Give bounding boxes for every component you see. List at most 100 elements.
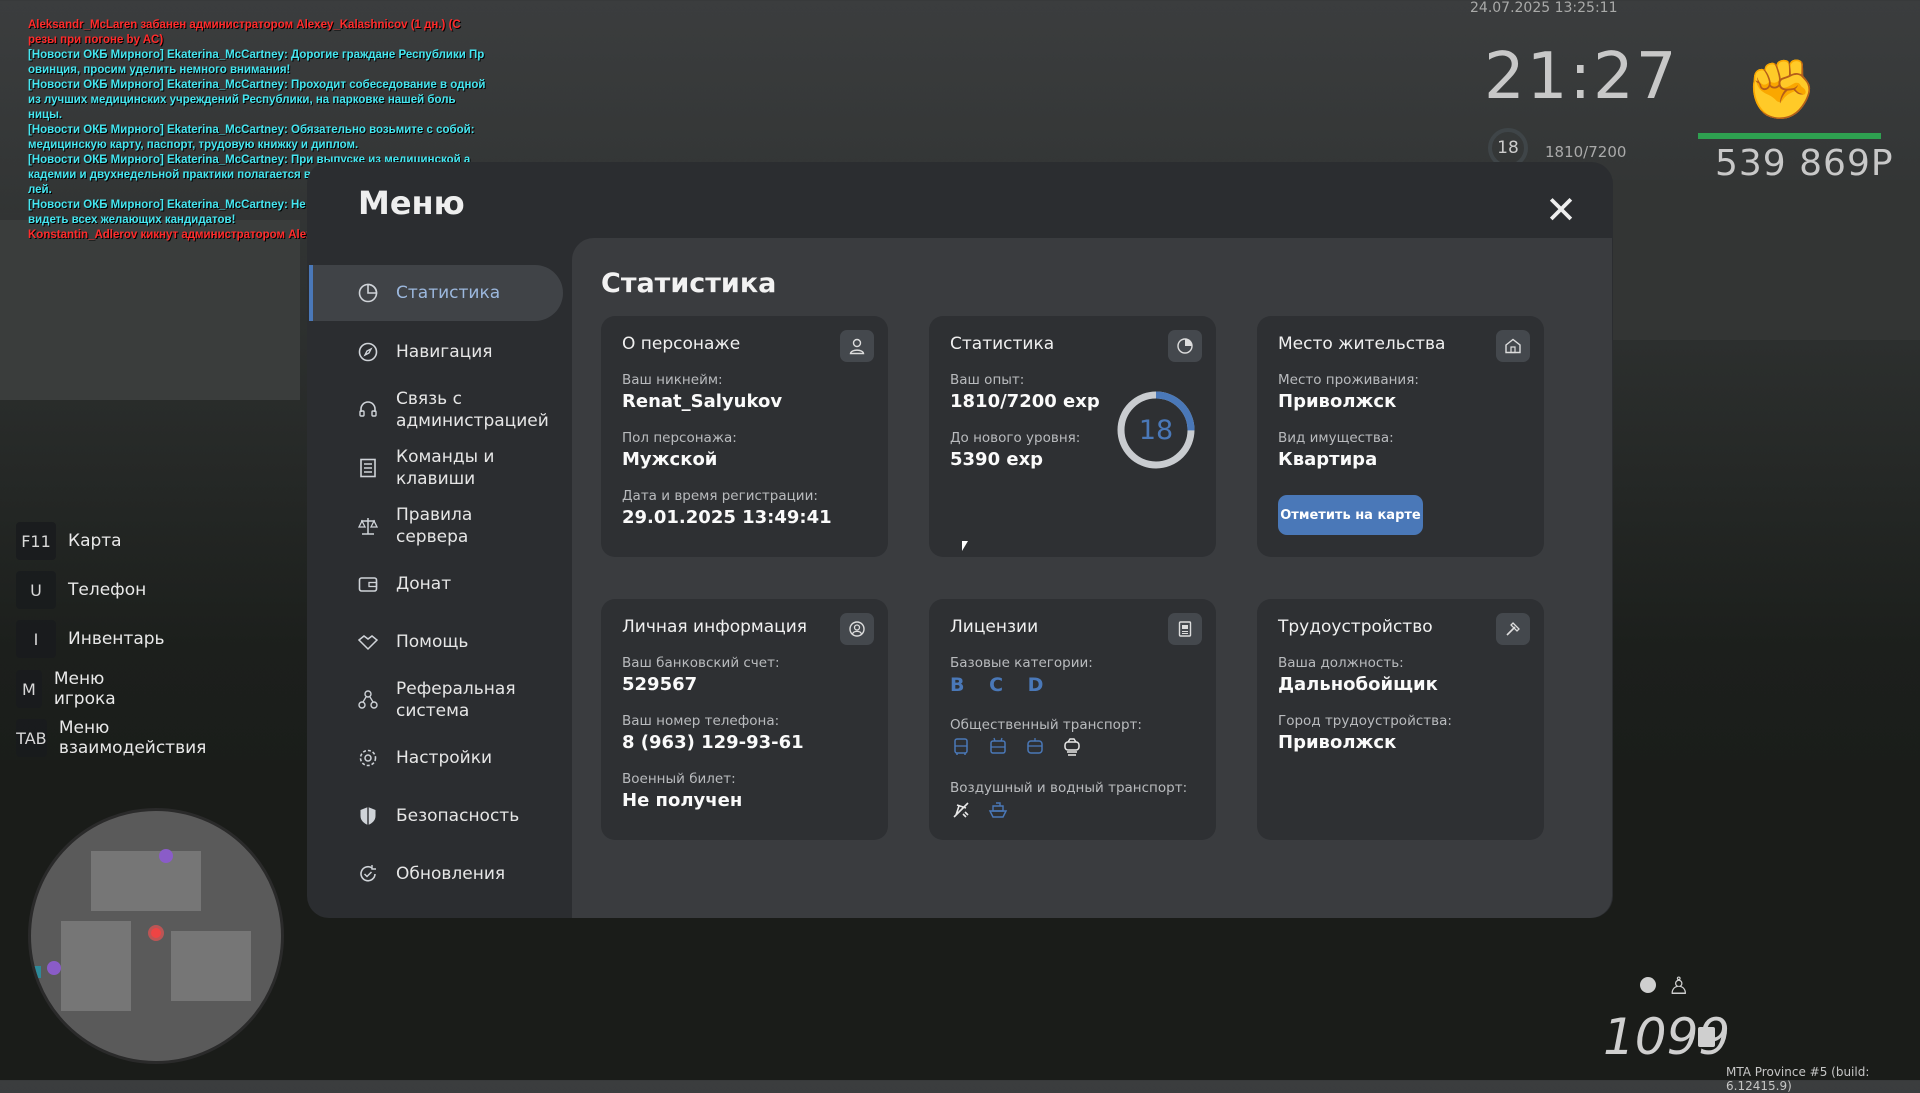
chat-line: [Новости ОКБ Мирного] Ekaterina_McCartne…: [28, 124, 475, 136]
gender-label: Пол персонажа:: [622, 430, 737, 446]
sidebar-item-donate[interactable]: Донат: [309, 556, 563, 612]
sidebar-item-referral[interactable]: Реферальная система: [309, 672, 563, 728]
hud-exp: 1810/7200: [1545, 143, 1627, 161]
base-categories-label: Базовые категории:: [950, 655, 1093, 671]
player-marker-icon: [148, 925, 164, 941]
next-level-value: 5390 exp: [950, 449, 1044, 470]
map-poi-icon: [47, 961, 61, 975]
sidebar-item-help[interactable]: Помощь: [309, 614, 563, 670]
id-card-icon: [1168, 613, 1202, 645]
map-block: [91, 851, 201, 911]
card-employment: Трудоустройство Ваша должность: Дальнобо…: [1257, 599, 1544, 840]
content-title: Статистика: [601, 268, 777, 299]
scales-icon: [356, 514, 380, 538]
registration-label: Дата и время регистрации:: [622, 488, 818, 504]
minimap[interactable]: [28, 808, 284, 1064]
property-type-label: Вид имущества:: [1278, 430, 1394, 446]
taxi-icon: [1061, 736, 1083, 758]
sidebar-item-label: Обновления: [396, 864, 506, 884]
indicator-dot-icon: [1640, 977, 1656, 993]
nickname-label: Ваш никнейм:: [622, 372, 723, 388]
hotkey-key: I: [16, 620, 56, 658]
job-city-value: Приволжск: [1278, 732, 1397, 753]
card-title: Трудоустройство: [1278, 617, 1433, 637]
military-id-label: Военный билет:: [622, 771, 736, 787]
card-residence: Место жительства Место проживания: Приво…: [1257, 316, 1544, 557]
residence-place-label: Место проживания:: [1278, 372, 1419, 388]
next-level-label: До нового уровня:: [950, 430, 1081, 446]
exp-value: 1810/7200 exp: [950, 391, 1100, 412]
sidebar-item-navigation[interactable]: Навигация: [309, 324, 563, 380]
sidebar-item-label: Помощь: [396, 632, 469, 652]
headset-icon: [356, 398, 380, 422]
person-icon: [840, 330, 874, 362]
shield-icon: [356, 804, 380, 828]
job-position-value: Дальнобойщик: [1278, 674, 1438, 695]
card-personal-info: Личная информация Ваш банковский счет: 5…: [601, 599, 888, 840]
chat-line: резы при погоне by AC): [28, 34, 164, 46]
chat-line: медицинскую карту, паспорт, трудовую кни…: [28, 139, 359, 151]
sidebar-item-updates[interactable]: Обновления: [309, 846, 563, 902]
clock-pie-icon: [1168, 330, 1202, 362]
sidebar-item-admin-contact[interactable]: Связь с администрацией: [309, 382, 563, 438]
card-title: О персонаже: [622, 334, 741, 354]
hotkey-interaction-menu[interactable]: TAB Меню взаимодействия: [16, 718, 216, 758]
exp-label: Ваш опыт:: [950, 372, 1025, 388]
military-id-value: Не получен: [622, 790, 743, 811]
pie-chart-icon: [356, 281, 380, 305]
menu-title: Меню: [358, 184, 465, 222]
gender-value: Мужской: [622, 449, 718, 470]
card-character: О персонаже Ваш никнейм: Renat_Salyukov …: [601, 316, 888, 557]
map-poi-icon: [159, 849, 173, 863]
boat-icon: [987, 799, 1009, 821]
gear-icon: [356, 746, 380, 770]
fist-icon: ✊: [1745, 55, 1818, 123]
hotkey-phone[interactable]: U Телефон: [16, 571, 146, 609]
tram-icon: [1024, 736, 1046, 758]
hotkey-key: F11: [16, 522, 56, 560]
chat-line: Aleksandr_McLaren забанен администраторо…: [28, 19, 461, 31]
registration-value: 29.01.2025 13:49:41: [622, 507, 832, 528]
hotkey-inventory[interactable]: I Инвентарь: [16, 620, 165, 658]
hotkey-key: U: [16, 571, 56, 609]
chat-line: [Новости ОКБ Мирного] Ekaterina_McCartne…: [28, 79, 486, 91]
job-position-label: Ваша должность:: [1278, 655, 1404, 671]
sidebar-item-label: Настройки: [396, 748, 493, 768]
hotkey-label: Меню игрока: [53, 669, 116, 709]
sidebar-item-rules[interactable]: Правила сервера: [309, 498, 563, 554]
hotkey-label: Телефон: [68, 580, 147, 600]
hotkey-label: Инвентарь: [68, 629, 165, 649]
card-title: Место жительства: [1278, 334, 1446, 354]
hotkey-player-menu[interactable]: M Меню игрока: [16, 669, 130, 709]
close-icon[interactable]: ✕: [1544, 191, 1578, 229]
level-value: 18: [1138, 414, 1174, 446]
hotkey-key: M: [16, 670, 42, 708]
chat-line: из лучших медицинских учреждений Республ…: [28, 94, 456, 106]
base-categories-value: B C D: [950, 674, 1053, 696]
card-title: Статистика: [950, 334, 1055, 354]
sidebar-item-label: Донат: [396, 574, 452, 594]
sidebar-item-label: Правила сервера: [396, 505, 473, 547]
map-square-icon: [31, 966, 41, 978]
sidebar-item-settings[interactable]: Настройки: [309, 730, 563, 786]
mouse-cursor-icon: [962, 541, 968, 551]
hotkey-label: Карта: [68, 531, 122, 551]
public-transport-label: Общественный транспорт:: [950, 717, 1142, 733]
sidebar-item-security[interactable]: Безопасность: [309, 788, 563, 844]
chat-line: овинция, просим уделить немного внимания…: [28, 64, 291, 76]
refresh-check-icon: [356, 862, 380, 886]
plane-icon: [950, 799, 972, 821]
nickname-value: Renat_Salyukov: [622, 391, 783, 412]
build-info: MTA Province #5 (build: 6.12415.9): [1726, 1065, 1870, 1093]
sidebar-item-label: Статистика: [396, 283, 501, 303]
sidebar-item-label: Реферальная система: [396, 679, 516, 721]
hotkey-map[interactable]: F11 Карта: [16, 522, 122, 560]
sidebar-item-commands[interactable]: Команды и клавиши: [309, 440, 563, 496]
property-type-value: Квартира: [1278, 449, 1378, 470]
handshake-icon: [356, 630, 380, 654]
hud-datetime: 24.07.2025 13:25:11: [1470, 0, 1618, 16]
air-water-transport-label: Воздушный и водный транспорт:: [950, 780, 1188, 796]
chat-line: [Новости ОКБ Мирного] Ekaterina_McCartne…: [28, 49, 485, 61]
mark-on-map-button[interactable]: Отметить на карте: [1278, 495, 1423, 535]
sidebar-item-statistics[interactable]: Статистика: [309, 265, 563, 321]
